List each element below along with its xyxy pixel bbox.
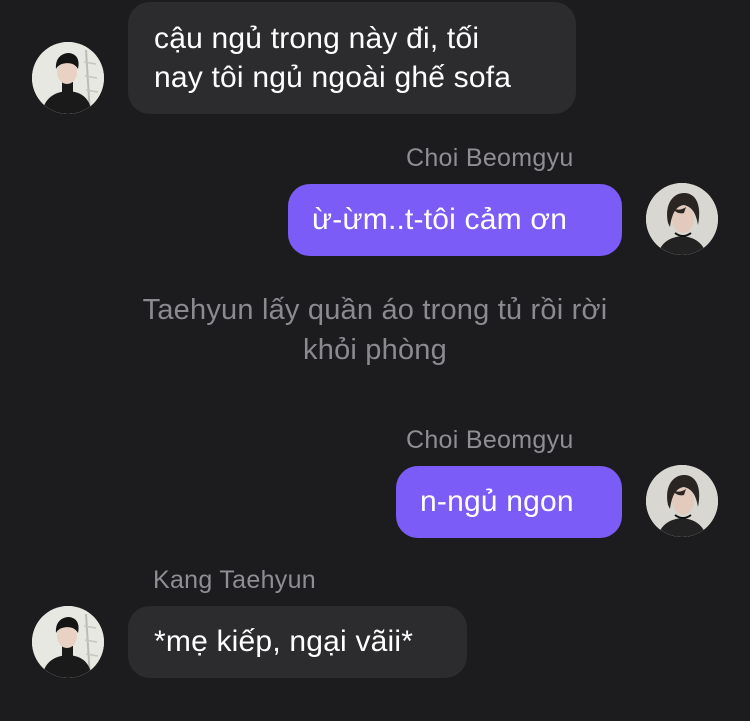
message-text-line: cậu ngủ trong này đi, tối [154,22,480,55]
avatar-choi-beomgyu[interactable] [646,465,718,537]
message-text: ừ-ừm..t-tôi cảm ơn [312,203,568,236]
message-text: n-ngủ ngon [420,485,574,518]
sender-name: Choi Beomgyu [406,144,574,172]
message-text: *mẹ kiếp, ngại vãii* [154,625,414,658]
avatar-kang-taehyun[interactable] [32,42,104,114]
narration-line: khỏi phòng [303,334,447,366]
avatar-kang-taehyun[interactable] [32,606,104,678]
message-bubble-incoming[interactable]: *mẹ kiếp, ngại vãii* [128,606,467,678]
narration-line: Taehyun lấy quần áo trong tủ rồi rời [142,294,608,326]
message-text-line: nay tôi ngủ ngoài ghế sofa [154,61,512,94]
sender-name: Choi Beomgyu [406,426,574,454]
avatar-choi-beomgyu[interactable] [646,183,718,255]
narration-text: Taehyun lấy quần áo trong tủ rồi rời khỏ… [100,290,650,370]
message-bubble-outgoing[interactable]: n-ngủ ngon [396,466,622,538]
sender-name: Kang Taehyun [153,566,316,594]
message-bubble-outgoing[interactable]: ừ-ừm..t-tôi cảm ơn [288,184,622,256]
message-bubble-incoming[interactable]: cậu ngủ trong này đi, tối nay tôi ngủ ng… [128,2,576,114]
